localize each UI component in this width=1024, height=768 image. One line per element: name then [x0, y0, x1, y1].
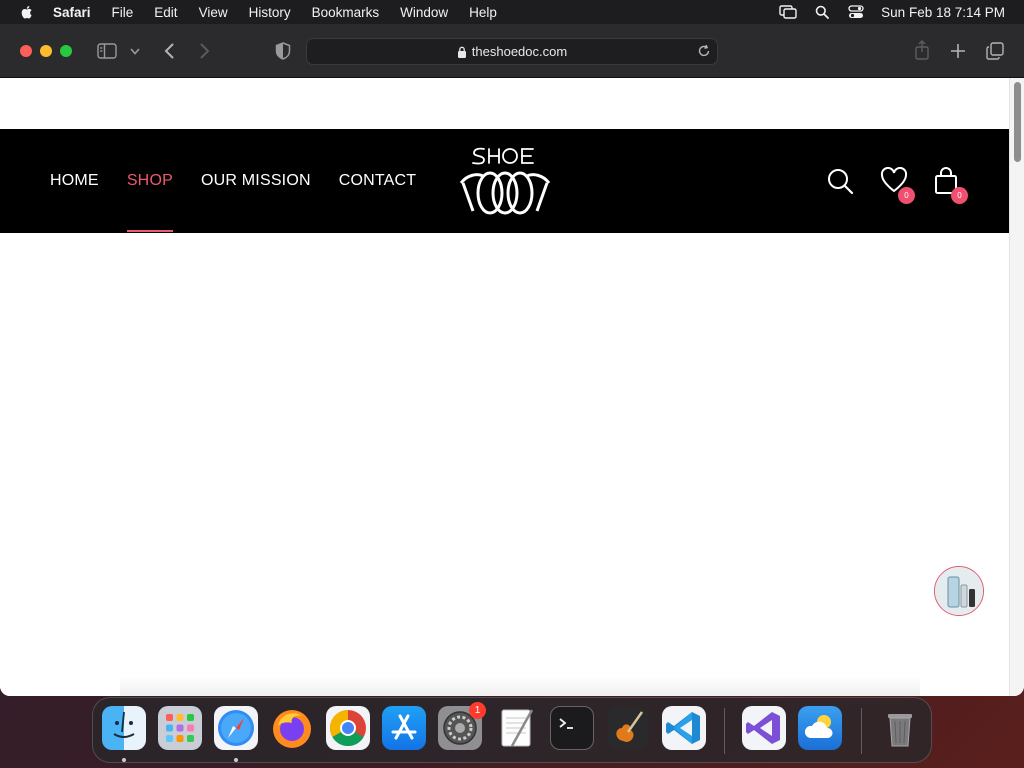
- chrome-icon[interactable]: [326, 706, 370, 750]
- menu-window[interactable]: Window: [400, 5, 448, 20]
- new-tab-plus-icon[interactable]: [948, 41, 968, 61]
- menu-edit[interactable]: Edit: [154, 5, 177, 20]
- site-header: HOME SHOP OUR MISSION CONTACT 0 0: [0, 129, 1009, 233]
- reload-icon[interactable]: [697, 44, 711, 58]
- menu-view[interactable]: View: [199, 5, 228, 20]
- menu-bookmarks[interactable]: Bookmarks: [312, 5, 380, 20]
- safari-running-indicator: [234, 758, 238, 762]
- cart-count-badge: 0: [951, 187, 968, 204]
- settings-notification-badge: 1: [469, 702, 486, 719]
- chevron-down-icon[interactable]: [129, 45, 141, 57]
- apple-icon[interactable]: [19, 4, 35, 20]
- nav-shop[interactable]: SHOP: [126, 172, 174, 232]
- search-icon[interactable]: [826, 167, 856, 197]
- weather-icon[interactable]: [798, 706, 842, 750]
- dock-separator: [724, 708, 725, 754]
- terminal-icon[interactable]: [550, 706, 594, 750]
- wishlist-heart-icon[interactable]: 0: [880, 166, 915, 204]
- safari-window: theshoedoc.com HOME SHOP OUR MISSION CON…: [0, 24, 1024, 696]
- app-store-icon[interactable]: [382, 706, 426, 750]
- wishlist-count-badge: 0: [898, 187, 915, 204]
- vscode-icon[interactable]: [662, 706, 706, 750]
- product-thumbnail-icon: [935, 567, 983, 615]
- launchpad-icon[interactable]: [158, 706, 202, 750]
- address-bar[interactable]: theshoedoc.com: [306, 38, 718, 65]
- scrollbar-thumb[interactable]: [1014, 82, 1021, 162]
- lock-icon: [457, 46, 466, 58]
- finder-running-indicator: [122, 758, 126, 762]
- content-edge-shadow: [120, 676, 920, 696]
- dock-separator: [861, 708, 862, 754]
- control-center-icon[interactable]: [847, 4, 865, 20]
- forward-arrow-icon[interactable]: [196, 41, 214, 61]
- nav-our-mission[interactable]: OUR MISSION: [201, 172, 311, 190]
- menu-help[interactable]: Help: [469, 5, 497, 20]
- web-page: HOME SHOP OUR MISSION CONTACT 0 0: [0, 78, 1009, 696]
- menu-file[interactable]: File: [112, 5, 134, 20]
- menu-clock[interactable]: Sun Feb 18 7:14 PM: [881, 5, 1005, 20]
- sidebar-toggle-icon[interactable]: [96, 41, 118, 61]
- close-window-button[interactable]: [20, 45, 32, 57]
- floating-product-widget[interactable]: [934, 566, 984, 616]
- firefox-icon[interactable]: [270, 706, 314, 750]
- privacy-shield-icon[interactable]: [273, 41, 293, 61]
- menu-bar: Safari File Edit View History Bookmarks …: [0, 0, 1024, 24]
- garageband-icon[interactable]: [606, 706, 650, 750]
- browser-toolbar: theshoedoc.com: [0, 24, 1024, 78]
- screen-mirroring-icon[interactable]: [779, 4, 797, 20]
- tab-overview-icon[interactable]: [985, 41, 1005, 61]
- spotlight-search-icon[interactable]: [813, 4, 831, 20]
- main-nav: HOME SHOP OUR MISSION CONTACT: [50, 129, 444, 233]
- textedit-icon[interactable]: [494, 706, 538, 750]
- page-scrollbar[interactable]: [1009, 78, 1024, 696]
- nav-home[interactable]: HOME: [50, 172, 99, 190]
- share-icon[interactable]: [912, 39, 932, 61]
- shopping-bag-icon[interactable]: 0: [933, 167, 968, 204]
- zoom-window-button[interactable]: [60, 45, 72, 57]
- minimize-window-button[interactable]: [40, 45, 52, 57]
- shoe-doc-logo[interactable]: [455, 145, 555, 219]
- dock: 1: [92, 697, 932, 763]
- safari-icon[interactable]: [214, 706, 258, 750]
- finder-icon[interactable]: [102, 706, 146, 750]
- visual-studio-icon[interactable]: [742, 706, 786, 750]
- trash-icon[interactable]: [878, 706, 922, 750]
- menu-history[interactable]: History: [249, 5, 291, 20]
- system-settings-icon[interactable]: 1: [438, 702, 486, 750]
- back-arrow-icon[interactable]: [160, 41, 178, 61]
- menu-app-name[interactable]: Safari: [53, 5, 91, 20]
- url-text: theshoedoc.com: [471, 44, 568, 59]
- nav-contact[interactable]: CONTACT: [339, 172, 417, 190]
